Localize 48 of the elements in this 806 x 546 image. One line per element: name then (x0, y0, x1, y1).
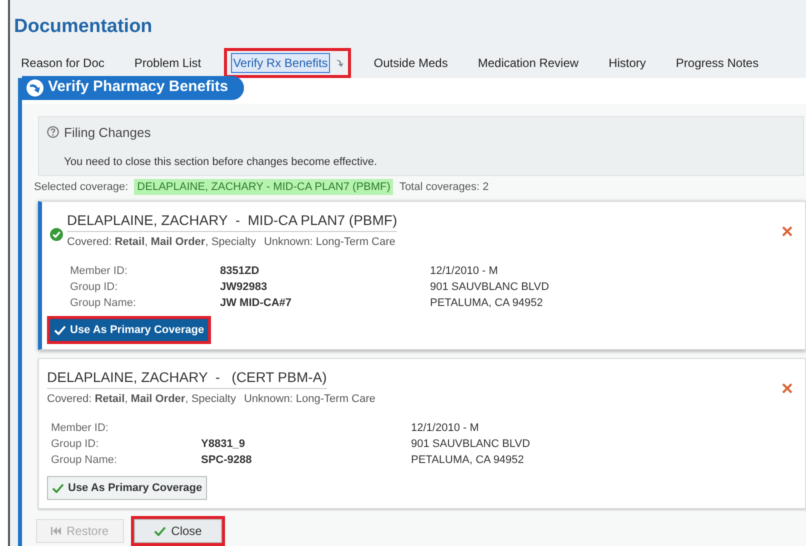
field-label: Group ID: (51, 436, 100, 452)
field-value: JW92983 (220, 280, 268, 294)
check-icon (52, 482, 64, 493)
selected-coverage-label: Selected coverage: (34, 180, 128, 194)
help-icon (47, 126, 59, 138)
notice-message: You need to close this section before changes become effective. (64, 155, 378, 170)
arrow-circle-icon (26, 78, 44, 96)
field-value: 8351ZD (220, 264, 260, 278)
tab[interactable]: Outside Meds (366, 48, 455, 76)
field-label: Group Name: (51, 452, 118, 468)
check-icon (154, 526, 166, 536)
tab[interactable]: Progress Notes (668, 48, 766, 76)
field-value: JW MID-CA#7 (220, 296, 293, 310)
field-label: Member ID: (51, 420, 110, 436)
remove-button[interactable]: × (781, 379, 793, 399)
field-value: 12/1/2010 - M (430, 264, 499, 278)
tab[interactable]: History (602, 48, 653, 76)
header-title: Documentation (13, 15, 154, 39)
notice-title: Filing Changes (64, 124, 151, 142)
field-value: 901 SAUVBLANC BLVD (411, 436, 532, 452)
field-value: Y8831_9 (201, 436, 246, 452)
covered-text: Covered: Retail, Mail Order, Specialty (67, 235, 256, 250)
field-value: 12/1/2010 - M (411, 420, 480, 436)
close-button[interactable]: Close (134, 519, 222, 543)
remove-button[interactable]: × (781, 222, 793, 242)
check-icon (54, 324, 66, 335)
covered-text: Covered: Retail, Mail Order, Specialty (47, 392, 236, 407)
field-value: 901 SAUVBLANC BLVD (430, 280, 550, 294)
tab[interactable]: Reason for Doc (14, 48, 112, 76)
coverage-name: DELAPLAINE, ZACHARY - MID-CA PLAN7 (PBMF) (67, 210, 398, 232)
unknown-text: Unknown: Long-Term Care (244, 392, 376, 407)
total-coverages: Total coverages: 2 (399, 180, 489, 194)
selected-coverage-value: DELAPLAINE, ZACHARY - MID-CA PLAN7 (PBMF) (134, 178, 394, 195)
field-label: Member ID: (70, 264, 128, 278)
field-value: PETALUMA, CA 94952 (430, 296, 544, 310)
primary-coverage-button[interactable]: Use As Primary Coverage (50, 318, 208, 341)
skip-back-icon (51, 527, 62, 535)
section-title: Verify Pharmacy Benefits (48, 77, 228, 98)
check-circle-icon (50, 228, 63, 241)
field-value: SPC-9288 (201, 452, 253, 468)
field-value: PETALUMA, CA 94952 (411, 452, 525, 468)
primary-coverage-button[interactable]: Use As Primary Coverage (47, 476, 208, 500)
coverage-name: DELAPLAINE, ZACHARY - (CERT PBM-A) (47, 367, 327, 389)
tab[interactable]: Problem List (127, 48, 208, 76)
unknown-text: Unknown: Long-Term Care (264, 235, 396, 250)
field-label: Group Name: (70, 296, 138, 310)
field-label: Group ID: (70, 280, 119, 294)
tab[interactable]: Medication Review (470, 48, 586, 76)
